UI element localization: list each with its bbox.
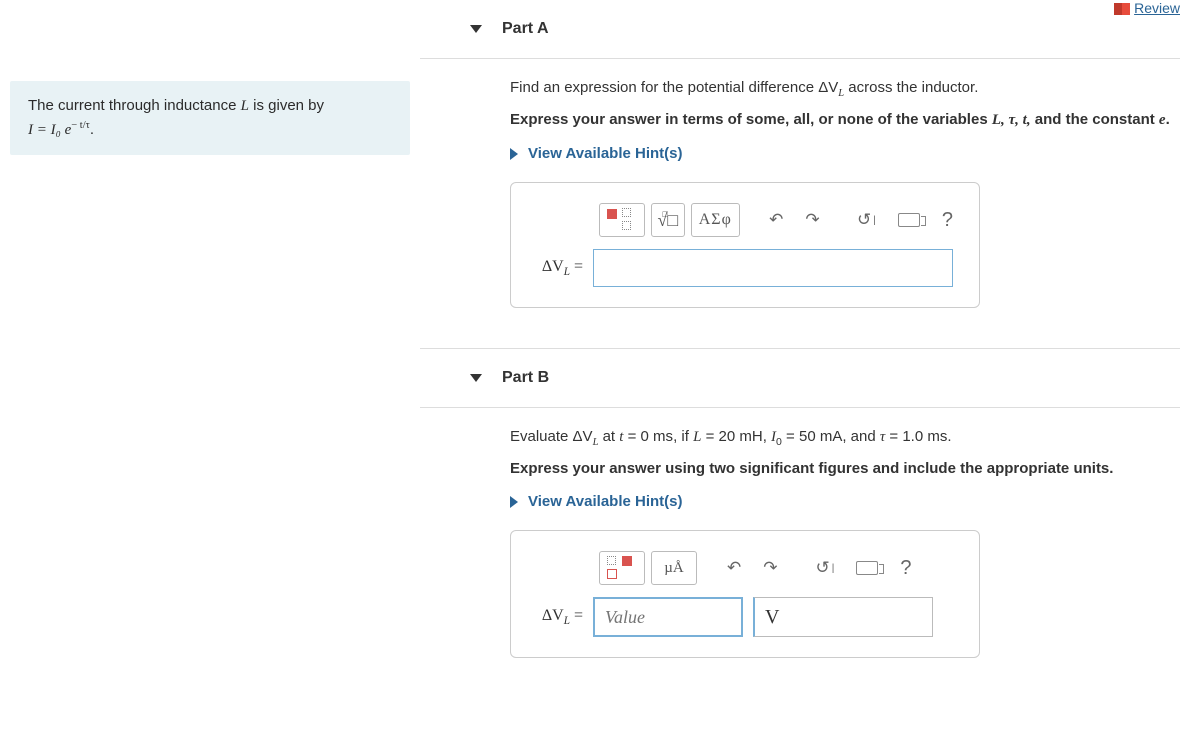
part-a-answer-input[interactable] [593, 249, 953, 287]
part-a-header[interactable]: Part A [470, 0, 1200, 58]
problem-statement: The current through inductance L is give… [10, 81, 410, 155]
keyboard-button[interactable] [890, 203, 928, 237]
greek-button[interactable]: ΑΣφ [691, 203, 740, 237]
part-b-body: Evaluate ΔVL at t = 0 ms, if L = 20 mH, … [470, 408, 1200, 698]
problem-sidebar: The current through inductance L is give… [0, 0, 420, 155]
part-b-hints-toggle[interactable]: View Available Hint(s) [510, 493, 1180, 510]
part-b-value-input[interactable] [593, 597, 743, 637]
part-b-header[interactable]: Part B [470, 349, 1200, 407]
redo-icon: ↷ [805, 210, 819, 230]
template-icon [607, 209, 617, 219]
keyboard-icon [898, 213, 920, 227]
reset-icon: ↺ [816, 558, 830, 578]
keyboard-icon [856, 561, 878, 575]
templates-button[interactable] [599, 203, 645, 237]
help-button[interactable]: ? [934, 203, 961, 237]
part-a-eq-label: ΔVL = [529, 258, 583, 278]
template-icon [622, 556, 632, 566]
undo-button[interactable]: ↶ [761, 203, 791, 237]
part-a-hints-toggle[interactable]: View Available Hint(s) [510, 145, 1180, 162]
part-b-question: Evaluate ΔVL at t = 0 ms, if L = 20 mH, … [510, 428, 1180, 448]
help-icon: ? [900, 557, 911, 580]
undo-icon: ↶ [769, 210, 783, 230]
undo-button[interactable]: ↶ [719, 551, 749, 585]
greek-icon: ΑΣφ [699, 211, 732, 229]
reset-icon: ↺ [857, 210, 871, 230]
redo-button[interactable]: ↷ [797, 203, 827, 237]
caret-down-icon [470, 25, 482, 33]
redo-button[interactable]: ↷ [755, 551, 785, 585]
caret-right-icon [510, 148, 518, 160]
sqrt-button[interactable]: √□ [651, 203, 685, 237]
keyboard-button[interactable] [848, 551, 886, 585]
redo-icon: ↷ [763, 558, 777, 578]
caret-right-icon [510, 496, 518, 508]
reset-button[interactable]: ↺| [808, 551, 843, 585]
units-icon: µÅ [664, 560, 683, 577]
flag-icon [1114, 3, 1130, 15]
part-b-unit-input[interactable] [753, 597, 933, 637]
part-a-title: Part A [502, 20, 549, 38]
caret-down-icon [470, 374, 482, 382]
help-button[interactable]: ? [892, 551, 919, 585]
part-b-instruction: Express your answer using two significan… [510, 458, 1180, 479]
part-a-instruction: Express your answer in terms of some, al… [510, 109, 1180, 131]
review-link[interactable]: Review [1114, 0, 1180, 16]
part-b-title: Part B [502, 369, 549, 387]
templates-button[interactable] [599, 551, 645, 585]
part-a-toolbar: √□ ΑΣφ ↶ ↷ ↺| ? [529, 203, 961, 237]
part-a-question: Find an expression for the potential dif… [510, 79, 1180, 99]
part-b-toolbar: µÅ ↶ ↷ ↺| ? [529, 551, 961, 585]
reset-button[interactable]: ↺| [849, 203, 884, 237]
hints-label: View Available Hint(s) [528, 493, 683, 510]
review-link-label: Review [1134, 0, 1180, 16]
part-a-answer-box: √□ ΑΣφ ↶ ↷ ↺| ? ΔVL = [510, 182, 980, 308]
help-icon: ? [942, 209, 953, 232]
units-button[interactable]: µÅ [651, 551, 697, 585]
part-a-body: Find an expression for the potential dif… [470, 59, 1200, 348]
sqrt-icon: √□ [658, 210, 679, 231]
part-b-answer-box: µÅ ↶ ↷ ↺| ? ΔVL = [510, 530, 980, 658]
hints-label: View Available Hint(s) [528, 145, 683, 162]
undo-icon: ↶ [727, 558, 741, 578]
part-b-eq-label: ΔVL = [529, 607, 583, 627]
